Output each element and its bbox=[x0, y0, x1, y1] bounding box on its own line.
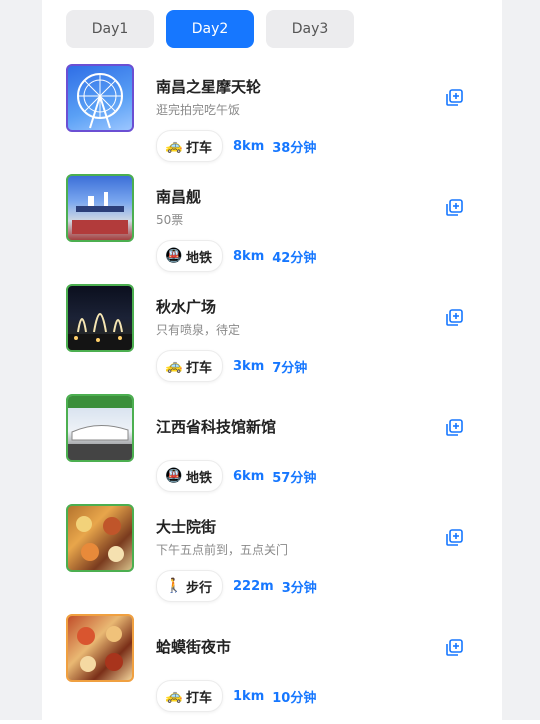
route-distance: 8km bbox=[233, 138, 265, 154]
place-note: 逛完拍完吃午饭 bbox=[156, 103, 241, 117]
route-distance: 6km bbox=[233, 468, 265, 484]
place-title: 江西省科技馆新馆 bbox=[156, 418, 277, 436]
copy-add-icon[interactable] bbox=[444, 198, 464, 218]
walking-icon: 🚶 bbox=[165, 578, 183, 594]
list-item[interactable]: 南昌之星摩天轮 逛完拍完吃午饭 🚕 打车 8km 38分钟 bbox=[66, 64, 486, 174]
copy-add-icon[interactable] bbox=[444, 308, 464, 328]
copy-add-icon[interactable] bbox=[444, 88, 464, 108]
taxi-icon: 🚕 bbox=[165, 358, 183, 374]
place-thumbnail[interactable] bbox=[66, 504, 134, 572]
metro-icon: 🚇 bbox=[165, 468, 183, 484]
transport-mode-button[interactable]: 🚕 打车 bbox=[156, 680, 224, 712]
transport-mode-label: 地铁 bbox=[186, 470, 213, 486]
transport-mode-label: 打车 bbox=[186, 140, 213, 156]
list-item[interactable]: 江西省科技馆新馆 🚇 地铁 6km 57分钟 bbox=[66, 394, 486, 504]
route-duration: 57分钟 bbox=[272, 470, 317, 486]
route-row: 🚶 步行 222m 3分钟 bbox=[156, 570, 317, 602]
transport-mode-label: 地铁 bbox=[186, 250, 213, 266]
day-tabs: Day1 Day2 Day3 bbox=[66, 10, 354, 48]
place-thumbnail[interactable] bbox=[66, 614, 134, 682]
route-distance: 3km bbox=[233, 358, 265, 374]
metro-icon: 🚇 bbox=[165, 248, 183, 264]
route-distance: 222m bbox=[233, 578, 274, 594]
taxi-icon: 🚕 bbox=[165, 138, 183, 154]
copy-add-icon[interactable] bbox=[444, 638, 464, 658]
place-thumbnail[interactable] bbox=[66, 394, 134, 462]
route-duration: 38分钟 bbox=[272, 140, 317, 156]
transport-mode-button[interactable]: 🚕 打车 bbox=[156, 130, 224, 162]
list-item[interactable]: 南昌舰 50票 🚇 地铁 8km 42分钟 bbox=[66, 174, 486, 284]
transport-mode-button[interactable]: 🚕 打车 bbox=[156, 350, 224, 382]
place-title: 南昌舰 bbox=[156, 188, 202, 206]
route-duration: 42分钟 bbox=[272, 250, 317, 266]
route-distance: 1km bbox=[233, 688, 265, 704]
transport-mode-button[interactable]: 🚶 步行 bbox=[156, 570, 224, 602]
tab-day3[interactable]: Day3 bbox=[266, 10, 354, 48]
copy-add-icon[interactable] bbox=[444, 528, 464, 548]
place-thumbnail[interactable] bbox=[66, 284, 134, 352]
list-item[interactable]: 蛤蟆街夜市 🚕 打车 1km 10分钟 bbox=[66, 614, 486, 724]
transport-mode-label: 打车 bbox=[186, 360, 213, 376]
transport-mode-button[interactable]: 🚇 地铁 bbox=[156, 460, 224, 492]
itinerary-panel: Day1 Day2 Day3 南昌之星摩天轮 逛完拍完吃午饭 🚕 打车 8km … bbox=[42, 0, 502, 720]
list-item[interactable]: 秋水广场 只有喷泉，待定 🚕 打车 3km 7分钟 bbox=[66, 284, 486, 394]
route-row: 🚇 地铁 8km 42分钟 bbox=[156, 240, 316, 272]
left-margin bbox=[0, 0, 42, 720]
right-margin bbox=[502, 0, 540, 720]
transport-mode-label: 步行 bbox=[186, 580, 213, 596]
route-row: 🚇 地铁 6km 57分钟 bbox=[156, 460, 316, 492]
place-title: 大士院街 bbox=[156, 518, 217, 536]
tab-day1[interactable]: Day1 bbox=[66, 10, 154, 48]
place-title: 蛤蟆街夜市 bbox=[156, 638, 232, 656]
transport-mode-button[interactable]: 🚇 地铁 bbox=[156, 240, 224, 272]
route-row: 🚕 打车 1km 10分钟 bbox=[156, 680, 316, 712]
route-duration: 10分钟 bbox=[272, 690, 317, 706]
transport-mode-label: 打车 bbox=[186, 690, 213, 706]
route-row: 🚕 打车 8km 38分钟 bbox=[156, 130, 316, 162]
place-note: 只有喷泉，待定 bbox=[156, 323, 241, 337]
place-thumbnail[interactable] bbox=[66, 64, 134, 132]
route-duration: 7分钟 bbox=[272, 360, 308, 376]
list-item[interactable]: 大士院街 下午五点前到，五点关门 🚶 步行 222m 3分钟 bbox=[66, 504, 486, 614]
place-note: 下午五点前到，五点关门 bbox=[156, 543, 289, 557]
place-thumbnail[interactable] bbox=[66, 174, 134, 242]
tab-day2[interactable]: Day2 bbox=[166, 10, 254, 48]
taxi-icon: 🚕 bbox=[165, 688, 183, 704]
place-note: 50票 bbox=[156, 213, 184, 227]
copy-add-icon[interactable] bbox=[444, 418, 464, 438]
route-row: 🚕 打车 3km 7分钟 bbox=[156, 350, 307, 382]
route-duration: 3分钟 bbox=[281, 580, 317, 596]
place-title: 南昌之星摩天轮 bbox=[156, 78, 262, 96]
route-distance: 8km bbox=[233, 248, 265, 264]
place-title: 秋水广场 bbox=[156, 298, 217, 316]
